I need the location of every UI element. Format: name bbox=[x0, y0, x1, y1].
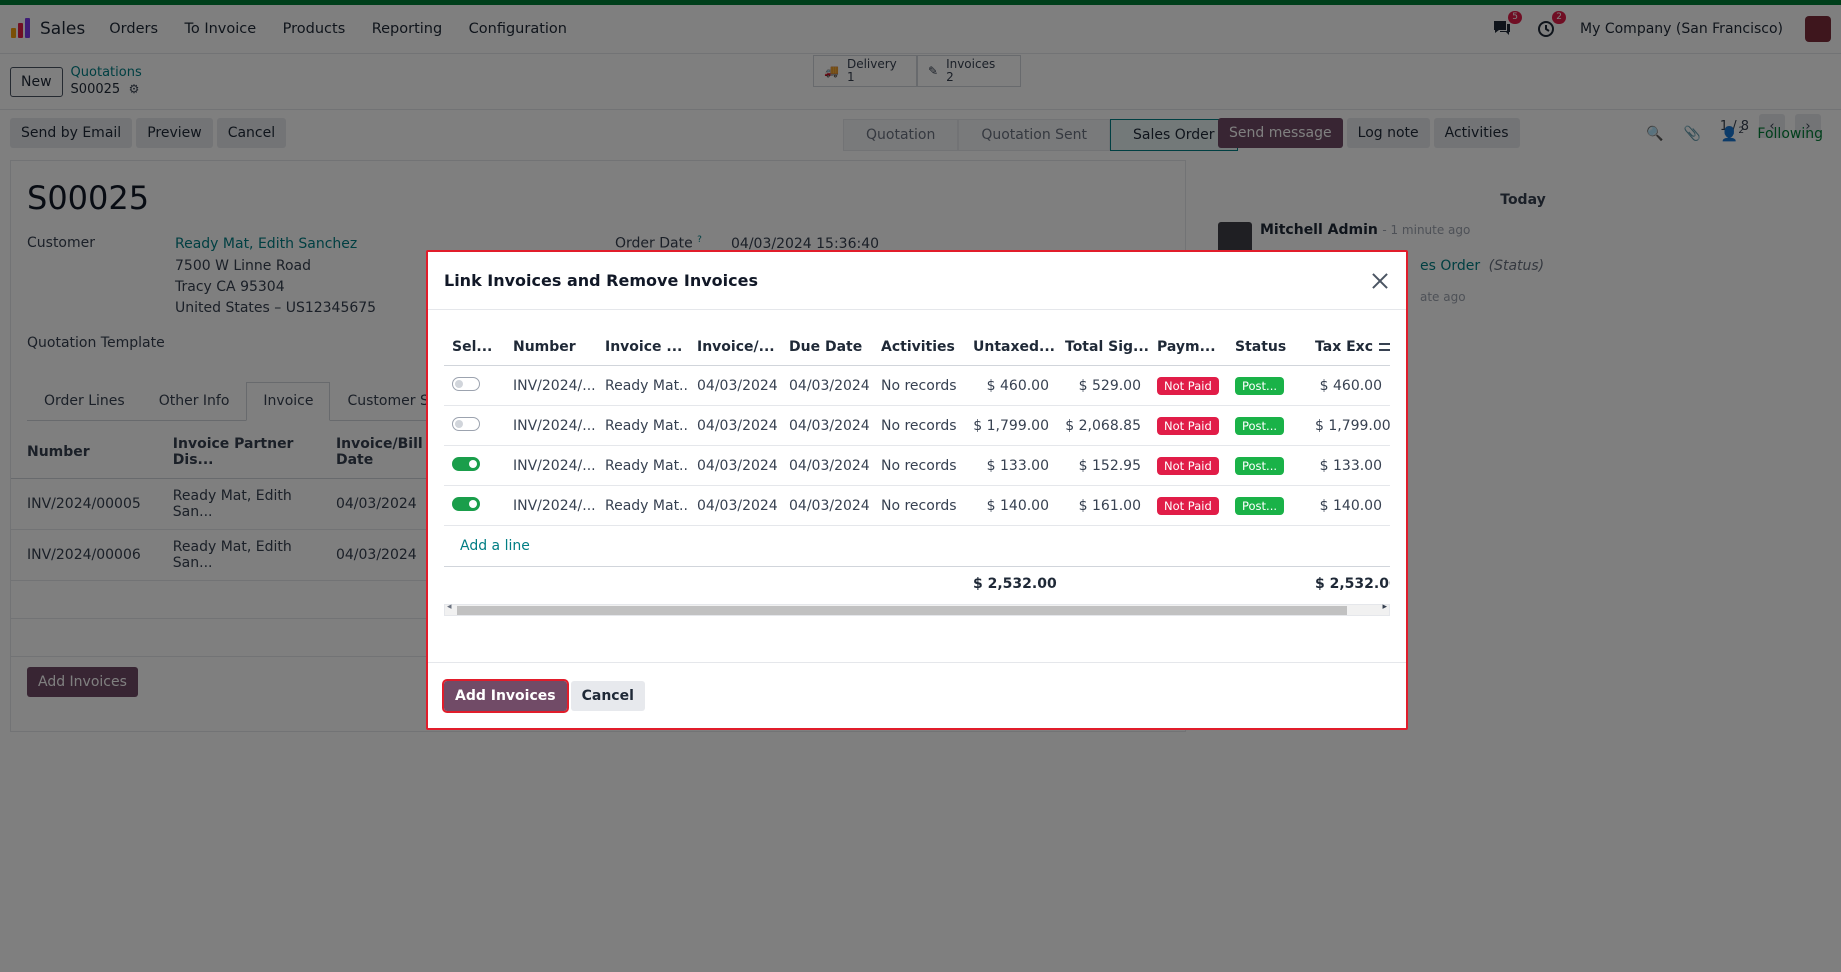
dialog-footer: Add Invoices Cancel bbox=[428, 662, 1406, 728]
dialog-body: Sel... Number Invoice ... Invoice/... Du… bbox=[428, 310, 1406, 616]
col-total-signed[interactable]: Total Sig... bbox=[1057, 326, 1149, 366]
add-line-cell: Add a line bbox=[444, 525, 1390, 567]
table-row[interactable]: INV/2024/... Ready Mat... 04/03/2024 04/… bbox=[444, 485, 1390, 526]
cell-tax-excluded: $ 140.00 bbox=[1307, 485, 1390, 526]
cell-tax-excluded: $ 133.00 bbox=[1307, 445, 1390, 486]
cell-total: $ 529.00 bbox=[1057, 365, 1149, 406]
cell-tax-excluded: $ 460.00 bbox=[1307, 365, 1390, 406]
col-status[interactable]: Status bbox=[1227, 326, 1307, 366]
dialog-header: Link Invoices and Remove Invoices bbox=[428, 252, 1406, 310]
cell-partner: Ready Mat... bbox=[597, 365, 689, 406]
cell-activities: No records bbox=[873, 405, 965, 446]
cell-total: $ 152.95 bbox=[1057, 445, 1149, 486]
cell-untaxed: $ 140.00 bbox=[965, 485, 1057, 526]
cell-activities: No records bbox=[873, 445, 965, 486]
select-toggle[interactable] bbox=[452, 416, 480, 431]
cell-invoice-date: 04/03/2024 bbox=[689, 405, 781, 446]
status-cell: Post... bbox=[1227, 405, 1307, 446]
scroll-left-arrow-icon[interactable]: ◂ bbox=[447, 602, 452, 612]
status-cell: Post... bbox=[1227, 485, 1307, 526]
dialog-title: Link Invoices and Remove Invoices bbox=[444, 271, 758, 290]
total-tax-excluded: $ 2,532.00 bbox=[1307, 566, 1390, 601]
cell-activities: No records bbox=[873, 365, 965, 406]
status-cell: Post... bbox=[1227, 365, 1307, 406]
cell-partner: Ready Mat... bbox=[597, 405, 689, 446]
dialog-table-header: Sel... Number Invoice ... Invoice/... Du… bbox=[444, 326, 1390, 366]
status-badge: Post... bbox=[1235, 496, 1285, 515]
totals-row: $ 2,532.00 $ 2,532.00 bbox=[444, 566, 1390, 601]
scrollbar-thumb[interactable] bbox=[457, 605, 1347, 615]
payment-badge: Not Paid bbox=[1157, 456, 1219, 475]
status-badge: Post... bbox=[1235, 456, 1285, 475]
select-toggle[interactable] bbox=[452, 496, 480, 511]
close-icon[interactable] bbox=[1370, 271, 1390, 291]
col-number[interactable]: Number bbox=[505, 326, 597, 366]
add-a-line-link[interactable]: Add a line bbox=[444, 526, 1390, 566]
cell-number: INV/2024/... bbox=[505, 445, 597, 486]
col-tax-excluded-label: Tax Exc bbox=[1315, 339, 1373, 355]
col-tax-excluded[interactable]: Tax Exc bbox=[1307, 326, 1390, 366]
cell-activities: No records bbox=[873, 485, 965, 526]
col-payment[interactable]: Paym... bbox=[1149, 326, 1227, 366]
cell-invoice-date: 04/03/2024 bbox=[689, 365, 781, 406]
col-select[interactable]: Sel... bbox=[444, 326, 505, 366]
select-toggle[interactable] bbox=[452, 456, 480, 471]
cell-number: INV/2024/... bbox=[505, 365, 597, 406]
payment-badge: Not Paid bbox=[1157, 416, 1219, 435]
cell-tax-excluded: $ 1,799.00 bbox=[1307, 405, 1390, 446]
cell-total: $ 2,068.85 bbox=[1057, 405, 1149, 446]
cell-invoice-date: 04/03/2024 bbox=[689, 485, 781, 526]
status-badge: Post... bbox=[1235, 376, 1285, 395]
payment-cell: Not Paid bbox=[1149, 445, 1227, 486]
col-activities[interactable]: Activities bbox=[873, 326, 965, 366]
totals-spacer-2 bbox=[1057, 566, 1307, 601]
payment-badge: Not Paid bbox=[1157, 376, 1219, 395]
cell-untaxed: $ 460.00 bbox=[965, 365, 1057, 406]
col-invoice-partner[interactable]: Invoice ... bbox=[597, 326, 689, 366]
horizontal-scrollbar[interactable]: ◂ ▸ bbox=[444, 602, 1390, 616]
select-cell bbox=[444, 405, 505, 446]
cell-untaxed: $ 133.00 bbox=[965, 445, 1057, 486]
cell-due-date: 04/03/2024 bbox=[781, 445, 873, 486]
scroll-right-arrow-icon[interactable]: ▸ bbox=[1382, 602, 1387, 612]
optional-columns-icon[interactable] bbox=[1379, 341, 1390, 353]
link-invoices-dialog: Link Invoices and Remove Invoices Sel...… bbox=[426, 250, 1408, 730]
invoices-selection-table: Sel... Number Invoice ... Invoice/... Du… bbox=[444, 326, 1390, 601]
cell-due-date: 04/03/2024 bbox=[781, 405, 873, 446]
cell-untaxed: $ 1,799.00 bbox=[965, 405, 1057, 446]
cell-partner: Ready Mat... bbox=[597, 485, 689, 526]
cell-due-date: 04/03/2024 bbox=[781, 365, 873, 406]
payment-badge: Not Paid bbox=[1157, 496, 1219, 515]
add-invoices-button[interactable]: Add Invoices bbox=[442, 678, 569, 713]
total-untaxed: $ 2,532.00 bbox=[965, 566, 1057, 601]
select-toggle[interactable] bbox=[452, 376, 480, 391]
cell-partner: Ready Mat... bbox=[597, 445, 689, 486]
table-row[interactable]: INV/2024/... Ready Mat... 04/03/2024 04/… bbox=[444, 365, 1390, 406]
table-row[interactable]: INV/2024/... Ready Mat... 04/03/2024 04/… bbox=[444, 445, 1390, 486]
select-cell bbox=[444, 485, 505, 526]
totals-spacer bbox=[444, 566, 965, 601]
select-cell bbox=[444, 365, 505, 406]
col-invoice-date[interactable]: Invoice/... bbox=[689, 326, 781, 366]
status-badge: Post... bbox=[1235, 416, 1285, 435]
add-line-row: Add a line bbox=[444, 525, 1390, 567]
table-row[interactable]: INV/2024/... Ready Mat... 04/03/2024 04/… bbox=[444, 405, 1390, 446]
cell-number: INV/2024/... bbox=[505, 485, 597, 526]
cancel-button[interactable]: Cancel bbox=[570, 680, 645, 711]
cell-total: $ 161.00 bbox=[1057, 485, 1149, 526]
cell-number: INV/2024/... bbox=[505, 405, 597, 446]
cell-due-date: 04/03/2024 bbox=[781, 485, 873, 526]
status-cell: Post... bbox=[1227, 445, 1307, 486]
col-due-date[interactable]: Due Date bbox=[781, 326, 873, 366]
select-cell bbox=[444, 445, 505, 486]
payment-cell: Not Paid bbox=[1149, 405, 1227, 446]
payment-cell: Not Paid bbox=[1149, 365, 1227, 406]
cell-invoice-date: 04/03/2024 bbox=[689, 445, 781, 486]
col-untaxed[interactable]: Untaxed... bbox=[965, 326, 1057, 366]
payment-cell: Not Paid bbox=[1149, 485, 1227, 526]
